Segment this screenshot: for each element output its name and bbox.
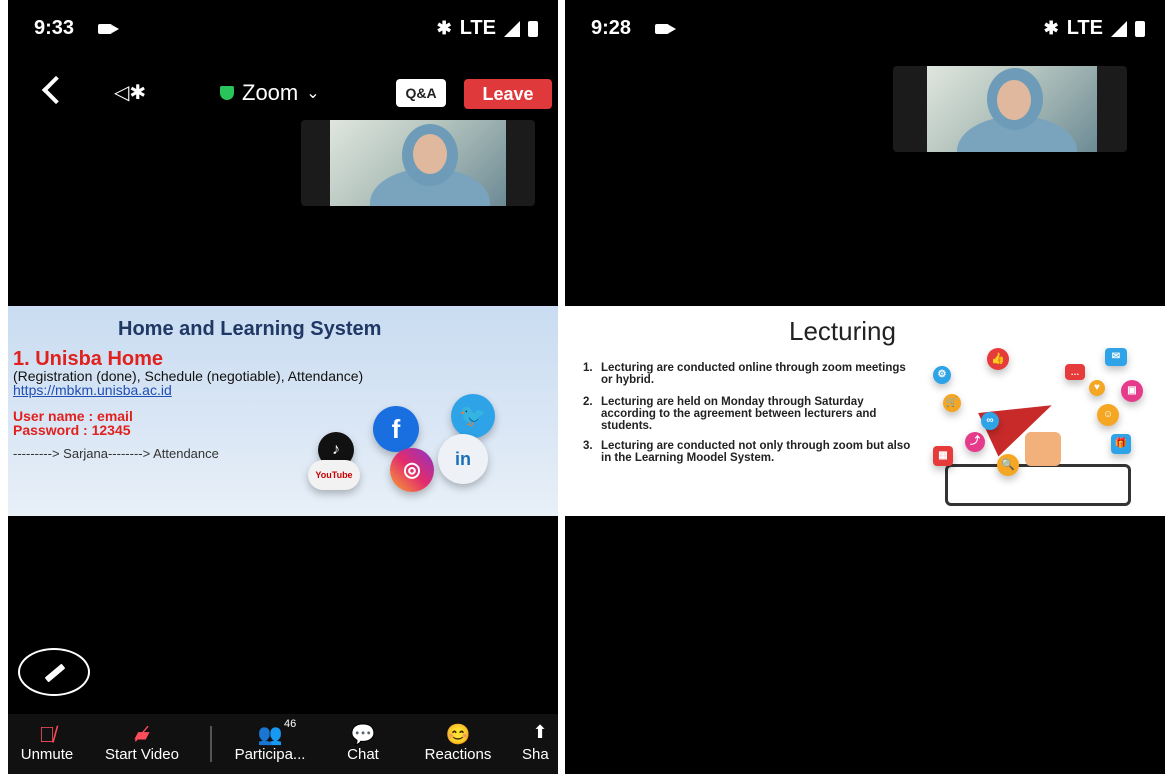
instagram-icon: ◎: [390, 448, 434, 492]
list-number: 3.: [583, 440, 593, 452]
reactions-icon: 😊: [445, 724, 471, 746]
list-text: Lecturing are held on Monday through Sat…: [601, 396, 877, 432]
slide-list-item: 1. Lecturing are conducted online throug…: [583, 362, 923, 388]
slide-link: https://mbkm.unisba.ac.id: [13, 382, 172, 398]
signal-icon: [504, 20, 520, 37]
link-icon: ∞: [981, 412, 999, 430]
participants-button[interactable]: 👥 46 Participa...: [222, 714, 318, 774]
reactions-label: Reactions: [424, 746, 492, 763]
unmute-button[interactable]: 🎙̸ Unmute: [8, 714, 86, 774]
share-icon: ⬆: [532, 722, 548, 742]
microphone-muted-icon: 🎙̸: [38, 722, 56, 747]
chat-icon: 💬: [350, 724, 376, 746]
status-time: 9:28: [591, 17, 632, 39]
toolbar-divider: [210, 726, 212, 762]
slide-password: Password : 12345: [13, 422, 131, 438]
pencil-icon: [44, 663, 66, 683]
meeting-topbar: ◁✱ Zoom ⌄ Q&A Leave: [8, 75, 558, 114]
like-icon: 👍: [987, 348, 1009, 370]
participant-video-tile[interactable]: [301, 120, 535, 206]
facebook-icon: f: [373, 406, 419, 452]
participant-video: [330, 120, 506, 206]
unmute-label: Unmute: [20, 746, 74, 763]
phone-frame-icon: [945, 464, 1131, 506]
camera-icon: [98, 24, 112, 34]
status-bar: 9:28 ✱ LTE: [565, 14, 1165, 44]
twitter-icon: 🐦: [451, 394, 495, 438]
gift-icon: 🎁: [1111, 434, 1131, 454]
network-label: LTE: [459, 17, 496, 39]
heart-icon: ♥: [1089, 380, 1105, 396]
leave-button[interactable]: Leave: [464, 79, 552, 109]
participant-video-tile[interactable]: [893, 66, 1127, 152]
start-video-button[interactable]: ▰̸ Start Video: [92, 714, 192, 774]
slide-flow: ---------> Sarjana--------> Attendance: [13, 446, 219, 461]
battery-icon: [528, 20, 538, 37]
qa-button[interactable]: Q&A: [396, 79, 446, 107]
settings-icon: ⚙: [933, 366, 951, 384]
bluetooth-icon: ✱: [436, 18, 452, 38]
participant-video: [927, 66, 1097, 152]
shared-slide: Lecturing 1. Lecturing are conducted onl…: [565, 306, 1165, 516]
meeting-toolbar: 🎙̸ Unmute ▰̸ Start Video 👥 46 Participa.…: [8, 714, 558, 774]
list-number: 2.: [583, 396, 593, 408]
status-bar: 9:33 ✱ LTE: [8, 14, 558, 44]
slide-title: Home and Learning System: [118, 318, 382, 340]
video-off-icon: ▰̸: [134, 724, 150, 746]
camera-icon: [655, 24, 669, 34]
people-icon: ☺: [1097, 404, 1119, 426]
meeting-title-label: Zoom: [242, 80, 299, 105]
shield-icon: [220, 86, 234, 100]
list-number: 1.: [583, 362, 593, 374]
participants-icon: 👥: [257, 724, 283, 746]
network-label: LTE: [1066, 17, 1103, 39]
slide-title: Lecturing: [789, 316, 896, 346]
search-icon: 🔍: [997, 454, 1019, 476]
shared-slide: Home and Learning System 1. Unisba Home …: [8, 306, 558, 516]
battery-icon: [1135, 20, 1145, 37]
reactions-button[interactable]: 😊 Reactions: [408, 714, 508, 774]
slide-list-item: 2. Lecturing are held on Monday through …: [583, 396, 923, 434]
cart-icon: 🛒: [943, 394, 961, 412]
back-arrow-icon[interactable]: [41, 75, 71, 105]
status-time: 9:33: [34, 17, 75, 39]
list-text: Lecturing are conducted not only through…: [601, 440, 911, 464]
linkedin-icon: in: [438, 434, 488, 484]
chat-button[interactable]: 💬 Chat: [328, 714, 398, 774]
share-icon: ⤴: [965, 432, 985, 452]
status-icons: ✱ LTE: [1044, 17, 1145, 40]
megaphone-illustration: 👍 ⚙ 🛒 … ✉ ♥ ▣ ☺ 🎁 ⤴ 🔍 ▦ ∞: [925, 346, 1155, 506]
chat-label: Chat: [347, 746, 379, 763]
slide-list-item: 3. Lecturing are conducted not only thro…: [583, 440, 923, 478]
calendar-icon: ▦: [933, 446, 953, 466]
participants-label: Participa...: [234, 746, 306, 763]
signal-icon: [1111, 20, 1127, 37]
annotate-button[interactable]: [18, 648, 90, 696]
start-video-label: Start Video: [105, 746, 179, 763]
hand-icon: [1025, 432, 1061, 466]
right-phone-screen: 9:28 ✱ LTE Lecturing 1. Lecturing are co…: [565, 0, 1165, 774]
youtube-icon: YouTube: [308, 460, 360, 490]
chat-icon: …: [1065, 364, 1085, 380]
image-icon: ▣: [1121, 380, 1143, 402]
message-icon: ✉: [1105, 348, 1127, 366]
meeting-title[interactable]: Zoom ⌄: [220, 80, 320, 106]
status-icons: ✱ LTE: [437, 17, 538, 40]
speaker-bluetooth-icon[interactable]: ◁✱: [114, 80, 146, 105]
chevron-down-icon: ⌄: [306, 85, 320, 102]
share-label: Sha: [522, 746, 549, 763]
list-text: Lecturing are conducted online through z…: [601, 362, 906, 386]
share-button[interactable]: ⬆ Sha: [522, 714, 558, 774]
bluetooth-icon: ✱: [1043, 18, 1059, 38]
left-phone-screen: 9:33 ✱ LTE ◁✱ Zoom ⌄ Q&A Leave Home and …: [8, 0, 558, 774]
participants-count: 46: [284, 718, 297, 730]
